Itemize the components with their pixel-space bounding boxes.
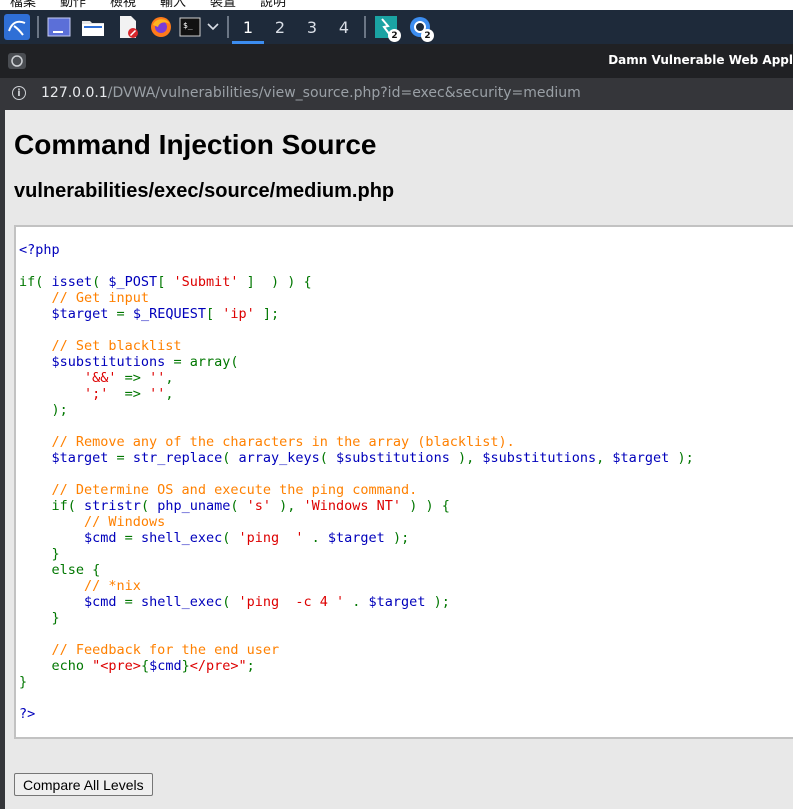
workspace-desktop-icon[interactable] — [44, 10, 74, 44]
code-line: // Windows — [84, 514, 166, 530]
code-line: if( stristr( php_uname( 's' ), 'Windows … — [19, 498, 450, 514]
workspace-2[interactable]: 2 — [264, 10, 296, 44]
os-menubar: 檔案 動作 檢視 輸入 裝置 說明 — [0, 0, 793, 10]
code-line: // Determine OS and execute the ping com… — [51, 482, 418, 498]
workspace-3[interactable]: 3 — [296, 10, 328, 44]
page-title: Command Injection Source — [14, 129, 377, 160]
compare-all-levels-button[interactable]: Compare All Levels — [14, 773, 153, 796]
workspace-1[interactable]: 1 — [232, 10, 264, 44]
terminal-icon[interactable]: $_ — [178, 10, 202, 44]
code-line: <?php — [19, 242, 60, 258]
code-line: $cmd = shell_exec( 'ping ' . $target ); — [84, 530, 410, 546]
os-menu-item[interactable]: 說明 — [260, 0, 286, 10]
taskbar: $_ 1 2 3 4 2 2 — [0, 10, 793, 44]
window-count-badge: 2 — [388, 29, 401, 42]
code-line: $target = $_REQUEST[ 'ip' ]; — [51, 306, 280, 322]
source-file-path: vulnerabilities/exec/source/medium.php — [14, 180, 395, 202]
taskbar-separator — [364, 16, 366, 38]
url-host: 127.0.0.1 — [41, 85, 108, 101]
code-line: ); — [19, 402, 68, 418]
code-line: // *nix — [84, 578, 141, 594]
code-line: // Set blacklist — [51, 338, 182, 354]
chevron-down-icon[interactable] — [204, 10, 222, 44]
code-line: $cmd = shell_exec( 'ping -c 4 ' . $targe… — [84, 594, 450, 610]
code-line: if( isset( $_POST[ 'Submit' ] ) ) { — [19, 274, 312, 290]
browser-titlebar: Damn Vulnerable Web Appl — [0, 44, 793, 78]
code-line: ';' => '', — [84, 386, 174, 402]
address-bar[interactable]: i 127.0.0.1/DVWA/vulnerabilities/view_so… — [0, 78, 793, 110]
code-line: '&&' => '', — [84, 370, 174, 386]
code-line: } — [19, 674, 28, 690]
text-editor-icon[interactable] — [113, 10, 143, 44]
code-line: ?> — [19, 706, 36, 722]
kali-menu-icon[interactable] — [2, 10, 32, 44]
taskbar-separator — [227, 16, 229, 38]
os-menu-item[interactable]: 裝置 — [210, 0, 236, 10]
os-menu-item[interactable]: 檢視 — [110, 0, 136, 10]
firefox-icon[interactable] — [146, 10, 176, 44]
code-line: } — [19, 610, 60, 626]
code-line: } — [19, 546, 60, 562]
window-title: Damn Vulnerable Web Appl — [608, 53, 793, 67]
code-line: $substitutions = array( — [51, 354, 239, 370]
source-code: <?php if( isset( $_POST[ 'Submit' ] ) ) … — [19, 242, 694, 722]
source-code-box: <?php if( isset( $_POST[ 'Submit' ] ) ) … — [14, 225, 793, 739]
code-line: else { — [19, 562, 101, 578]
page-content: Command Injection Source vulnerabilities… — [5, 110, 793, 809]
browser-app-icon — [8, 53, 26, 69]
code-line: // Get input — [51, 290, 150, 306]
site-info-icon[interactable]: i — [12, 86, 26, 100]
os-menu-item[interactable]: 動作 — [60, 0, 86, 10]
os-menu-item[interactable]: 輸入 — [160, 0, 186, 10]
svg-text:$_: $_ — [183, 21, 193, 30]
url-path: /DVWA/vulnerabilities/view_source.php?id… — [107, 85, 581, 101]
code-line: $target = str_replace( array_keys( $subs… — [51, 450, 694, 466]
workspace-4[interactable]: 4 — [328, 10, 360, 44]
taskbar-separator — [37, 16, 39, 38]
code-line: // Remove any of the characters in the a… — [51, 434, 515, 450]
code-line: echo "<pre>{$cmd}</pre>"; — [19, 658, 255, 674]
file-manager-icon[interactable] — [78, 10, 108, 44]
code-line: // Feedback for the end user — [51, 642, 280, 658]
url-text[interactable]: 127.0.0.1/DVWA/vulnerabilities/view_sour… — [41, 85, 581, 101]
os-menu-item[interactable]: 檔案 — [10, 0, 36, 10]
window-count-badge: 2 — [421, 29, 434, 42]
